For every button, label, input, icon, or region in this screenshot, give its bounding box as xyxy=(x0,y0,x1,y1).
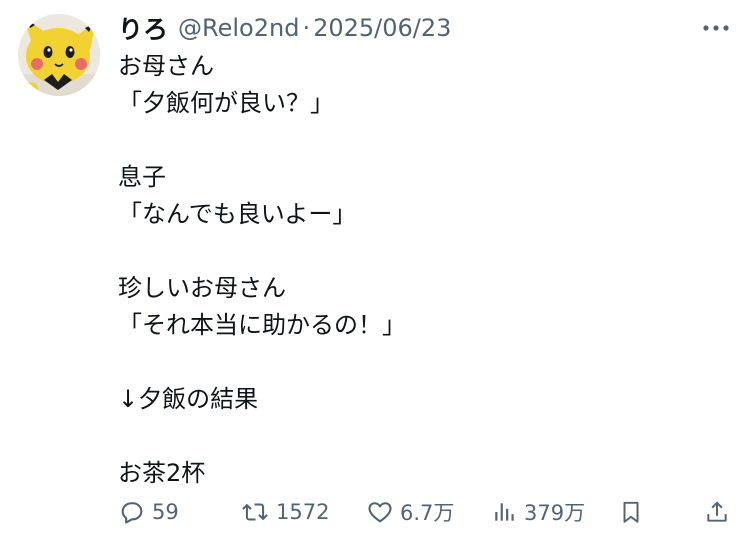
user-handle[interactable]: @Relo2nd xyxy=(178,14,299,42)
share-button[interactable] xyxy=(704,494,730,530)
views-bar-chart-icon xyxy=(495,503,514,521)
retweet-button[interactable]: 1572 xyxy=(240,494,329,530)
retweet-count: 1572 xyxy=(276,500,330,524)
views-button[interactable]: 379万 xyxy=(492,494,585,530)
text-line: お茶2杯 xyxy=(118,459,206,487)
like-count: 6.7万 xyxy=(400,501,455,525)
text-line: 「なんでも良いよー」 xyxy=(118,200,357,228)
tweet-header: りろ @Relo2nd · 2025/06/23 xyxy=(118,10,690,46)
text-line: 息子 xyxy=(118,163,166,191)
bookmark-button[interactable] xyxy=(618,494,644,530)
tweet-card: りろ @Relo2nd · 2025/06/23 お母さん 「夕飯何が良い？」 … xyxy=(0,0,750,544)
text-line: 「夕飯何が良い？」 xyxy=(118,89,334,117)
share-icon xyxy=(707,501,727,522)
tweet-text: お母さん 「夕飯何が良い？」 息子 「なんでも良いよー」 珍しいお母さん 「それ… xyxy=(118,48,718,492)
heart-icon xyxy=(368,502,392,523)
views-count: 379万 xyxy=(524,501,586,525)
tweet-date[interactable]: 2025/06/23 xyxy=(313,14,451,42)
avatar-image xyxy=(18,14,100,96)
avatar[interactable] xyxy=(18,14,100,96)
bookmark-icon xyxy=(623,501,639,523)
display-name[interactable]: りろ xyxy=(118,10,168,46)
like-button[interactable]: 6.7万 xyxy=(366,494,454,530)
text-line: お母さん xyxy=(118,52,214,80)
reply-button[interactable]: 59 xyxy=(118,494,179,530)
separator-dot: · xyxy=(302,14,311,42)
reply-count: 59 xyxy=(152,500,179,524)
retweet-icon xyxy=(242,503,268,521)
more-horizontal-icon xyxy=(703,25,729,31)
text-line: ↓夕飯の結果 xyxy=(118,385,259,413)
text-line: 珍しいお母さん xyxy=(118,274,286,302)
text-line: 「それ本当に助かるの！」 xyxy=(118,311,406,339)
more-options-button[interactable] xyxy=(700,14,732,42)
reply-bubble-icon xyxy=(121,502,143,524)
action-bar: 59 1572 6.7万 379万 xyxy=(0,494,750,530)
